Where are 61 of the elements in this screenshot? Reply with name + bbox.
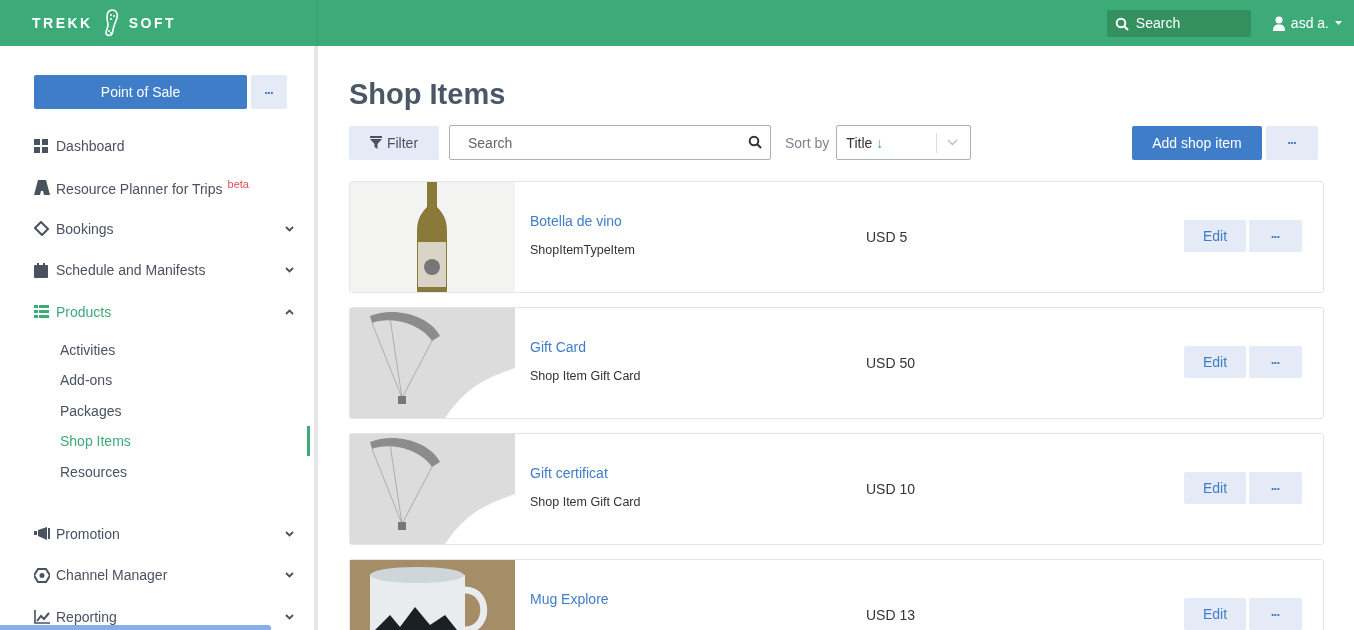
item-type: Shop Item Gift Card <box>530 495 642 509</box>
item-price: USD 13 <box>866 606 917 623</box>
nav-item[interactable]: Bookings <box>34 208 314 250</box>
item-type: Shop Item Gift Card <box>530 369 642 383</box>
item-title-link[interactable]: Gift certificat <box>530 465 866 481</box>
search-icon <box>1114 16 1129 31</box>
add-shop-item-button[interactable]: Add shop item <box>1132 125 1262 160</box>
ticket-icon <box>34 221 49 237</box>
sort-dropdown[interactable]: Title ↓ <box>836 125 972 160</box>
calendar-icon <box>34 262 48 278</box>
sort-value: Title ↓ <box>846 134 885 151</box>
item-type: ShopItemTypeItem <box>530 243 636 257</box>
more-button[interactable]: ••• <box>1249 220 1302 252</box>
search-field[interactable]: Search <box>1106 9 1251 37</box>
logo-text: SOFT <box>128 15 177 31</box>
edit-button[interactable]: Edit <box>1184 598 1246 630</box>
road-icon <box>34 179 50 195</box>
boot-print-icon <box>102 9 119 37</box>
nav-item[interactable]: Channel Manager <box>34 554 314 596</box>
hexagon-icon <box>34 567 50 583</box>
nav-subitem[interactable]: Add-ons <box>60 365 314 396</box>
nav-item[interactable]: Promotion <box>34 513 314 555</box>
item-price: USD 50 <box>866 354 917 371</box>
funnel-icon <box>369 136 382 149</box>
nav-item[interactable]: Dashboard <box>34 125 314 167</box>
more-button[interactable]: ••• <box>1249 472 1302 504</box>
chevron-down-icon <box>947 139 959 146</box>
filter-button[interactable]: Filter <box>349 125 439 160</box>
megaphone-icon <box>34 527 50 541</box>
more-button[interactable]: ••• <box>1249 346 1302 378</box>
item-title-link[interactable]: Gift Card <box>530 339 866 355</box>
nav-item[interactable]: Products <box>34 291 314 333</box>
edit-button[interactable]: Edit <box>1184 220 1246 252</box>
search-field[interactable]: Search <box>449 125 771 160</box>
item-price: USD 10 <box>866 480 917 497</box>
item-price: USD 5 <box>866 228 909 245</box>
item-title-link[interactable]: Mug Explore <box>530 591 866 607</box>
logo-text: TREKK <box>32 15 93 31</box>
page-title: Shop Items <box>349 77 507 112</box>
user-icon <box>1272 15 1285 31</box>
item-title-link[interactable]: Botella de vino <box>530 213 866 229</box>
more-button[interactable]: ••• <box>1249 598 1302 630</box>
nav-item[interactable]: Resource Planner for Trips $^{beta}$ <box>34 166 314 208</box>
nav-subitem[interactable]: Resources <box>60 456 314 487</box>
nav-subitem[interactable]: Packages <box>60 395 314 426</box>
nav-item[interactable]: Schedule and Manifests <box>34 249 314 291</box>
more-button[interactable]: ••• <box>1266 125 1318 160</box>
user-menu[interactable]: asd a. <box>1272 15 1342 31</box>
edit-button[interactable]: Edit <box>1184 346 1246 378</box>
dashboard-icon <box>34 138 48 153</box>
search-icon <box>748 135 762 149</box>
nav-item[interactable]: Reporting <box>34 596 314 630</box>
point-of-sale-button[interactable]: Point of Sale <box>34 75 247 109</box>
list-icon <box>34 305 49 319</box>
edit-button[interactable]: Edit <box>1184 472 1246 504</box>
nav-subitem[interactable]: Activities <box>60 334 314 365</box>
caret-icon <box>1335 21 1342 25</box>
more-button[interactable]: ••• <box>251 75 287 109</box>
nav-subitem[interactable]: Shop Items <box>60 426 314 457</box>
sort-label: Sort by <box>785 134 830 151</box>
line-chart-icon <box>34 609 50 624</box>
